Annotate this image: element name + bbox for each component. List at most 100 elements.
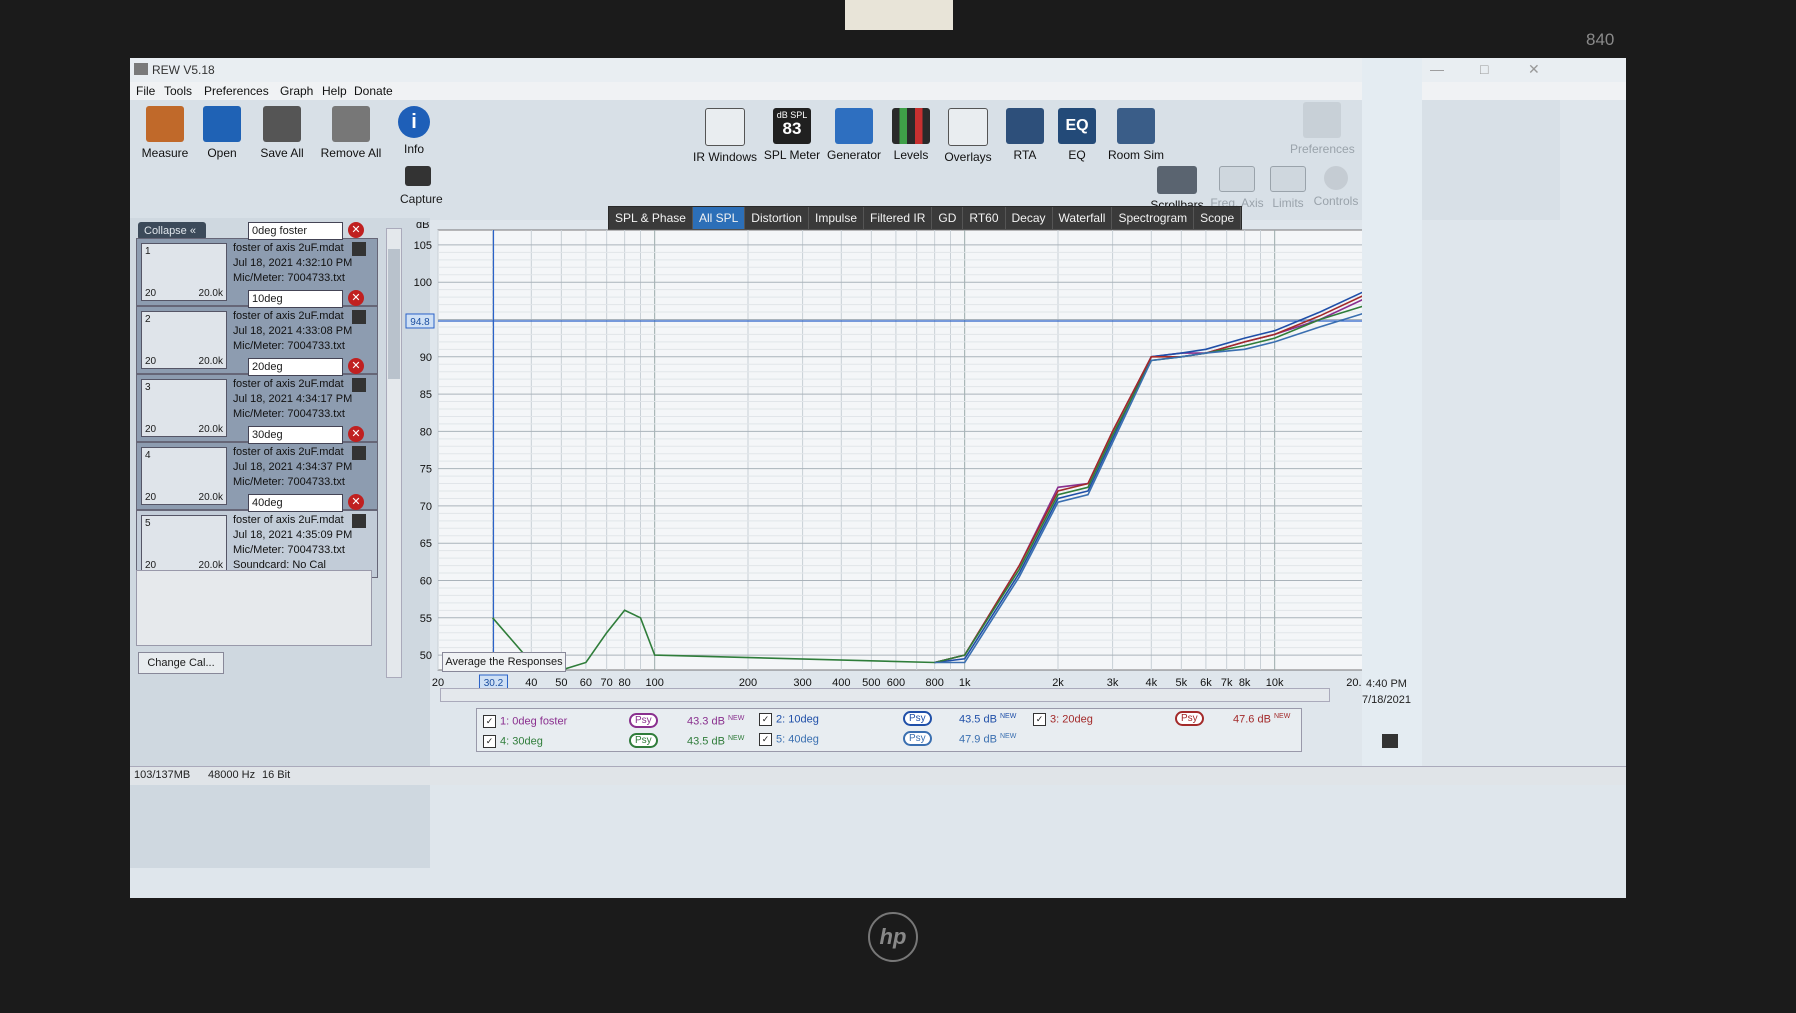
legend-item-2[interactable]: ✓ 2: 10deg [759, 713, 819, 726]
menu-file[interactable]: File [136, 84, 155, 98]
limits-button[interactable]: Limits [1266, 166, 1310, 210]
psy-button[interactable]: Psy [903, 731, 932, 746]
open-button[interactable]: Open [198, 106, 246, 160]
measurement-file: foster of axis 2uF.mdat [233, 446, 344, 458]
generator-icon [835, 108, 873, 144]
hp-logo: hp [868, 912, 918, 962]
psy-button[interactable]: Psy [903, 711, 932, 726]
maximize-button[interactable]: □ [1480, 61, 1488, 77]
room-sim-icon [1117, 108, 1155, 144]
info-button[interactable]: i Info [392, 106, 436, 156]
app-icon [134, 63, 148, 75]
legend-item-1[interactable]: ✓ 1: 0deg foster [483, 715, 567, 728]
room-sim-button[interactable]: Room Sim [1104, 108, 1168, 162]
legend-item-4[interactable]: ✓ 4: 30deg [483, 735, 543, 748]
notes-icon[interactable] [352, 242, 366, 256]
save-icon [263, 106, 301, 142]
y-tick-label: 90 [420, 352, 432, 364]
delete-measurement-icon[interactable]: ✕ [348, 358, 364, 374]
measurement-thumbnail: 2 20 20.0k [141, 311, 227, 369]
spl-meter-icon: dB SPL 83 [773, 108, 811, 144]
notes-icon[interactable] [352, 310, 366, 324]
notes-icon[interactable] [352, 378, 366, 392]
status-memory: 103/137MB [134, 769, 191, 781]
remove-all-button[interactable]: Remove All [316, 106, 386, 160]
spl-graph[interactable]: 20 40 50 60 70 80 100 200 300 400 500 600 800 1k 2k 3k 4… [398, 222, 1378, 722]
checkbox-icon[interactable]: ✓ [1033, 713, 1046, 726]
legend-value: 47.9 dB NEW [959, 733, 1017, 746]
overlays-button[interactable]: Overlays [938, 108, 998, 164]
notes-icon[interactable] [352, 514, 366, 528]
delete-measurement-icon[interactable]: ✕ [348, 426, 364, 442]
remove-icon [332, 106, 370, 142]
ir-windows-button[interactable]: IR Windows [690, 108, 760, 164]
horizontal-scrollbar[interactable] [440, 688, 1330, 702]
clock-time[interactable]: 4:40 PM [1366, 678, 1407, 690]
menu-tools[interactable]: Tools [164, 84, 192, 98]
y-tick-label: 65 [420, 538, 432, 550]
y-tick-label: 55 [420, 613, 432, 625]
freq-axis-button[interactable]: Freq. Axis [1208, 166, 1266, 210]
menu-donate[interactable]: Donate [354, 84, 393, 98]
average-responses-button[interactable]: Average the Responses [442, 652, 566, 672]
psy-button[interactable]: Psy [1175, 711, 1204, 726]
checkbox-icon[interactable]: ✓ [483, 735, 496, 748]
rta-button[interactable]: RTA [1000, 108, 1050, 162]
measurement-date: Jul 18, 2021 4:35:09 PM [233, 529, 353, 541]
measure-icon [146, 106, 184, 142]
measurement-date: Jul 18, 2021 4:33:08 PM [233, 325, 353, 337]
measurement-item[interactable]: 5 20 20.0k foster of axis 2uF.mdat Jul 1… [136, 510, 378, 578]
chevron-left-icon: « [189, 225, 196, 237]
scrollbars-icon [1157, 166, 1197, 194]
psy-button[interactable]: Psy [629, 713, 658, 728]
legend-value: 47.6 dB NEW [1233, 713, 1291, 726]
delete-measurement-icon[interactable]: ✕ [348, 222, 364, 238]
spl-meter-button[interactable]: dB SPL 83 SPL Meter [762, 108, 822, 162]
psy-button[interactable]: Psy [629, 733, 658, 748]
rta-icon [1006, 108, 1044, 144]
levels-icon [892, 108, 930, 144]
clock-date[interactable]: 7/18/2021 [1362, 694, 1411, 706]
menu-graph[interactable]: Graph [280, 84, 313, 98]
menu-help[interactable]: Help [322, 84, 347, 98]
generator-button[interactable]: Generator [824, 108, 884, 162]
measurement-file: foster of axis 2uF.mdat [233, 242, 344, 254]
measurement-name-input[interactable]: 30deg [248, 426, 343, 444]
measurement-name-input[interactable]: 10deg [248, 290, 343, 308]
eq-button[interactable]: EQ EQ [1054, 108, 1100, 162]
y-tick-label: 50 [420, 650, 432, 662]
checkbox-icon[interactable]: ✓ [759, 733, 772, 746]
change-cal-button[interactable]: Change Cal... [138, 652, 224, 674]
measure-button[interactable]: Measure [138, 106, 192, 160]
graph-legend: ✓ 1: 0deg foster Psy 43.3 dB NEW ✓ 2: 10de… [476, 708, 1302, 752]
measurement-date: Jul 18, 2021 4:32:10 PM [233, 257, 353, 269]
preferences-button[interactable]: Preferences [1290, 102, 1355, 156]
legend-item-5[interactable]: ✓ 5: 40deg [759, 733, 819, 746]
measurement-name-input[interactable]: 40deg [248, 494, 343, 512]
minimize-button[interactable]: — [1430, 61, 1444, 77]
measurement-mic: Mic/Meter: 7004733.txt [233, 476, 345, 488]
measurement-file: foster of axis 2uF.mdat [233, 378, 344, 390]
y-tick-label: 85 [420, 389, 432, 401]
close-button[interactable]: ✕ [1528, 61, 1540, 78]
folder-icon [203, 106, 241, 142]
notification-icon[interactable] [1382, 734, 1398, 748]
legend-item-3[interactable]: ✓ 3: 20deg [1033, 713, 1093, 726]
checkbox-icon[interactable]: ✓ [759, 713, 772, 726]
measurement-name-input[interactable]: 20deg [248, 358, 343, 376]
cursor-y-readout: 94.8 [410, 317, 430, 328]
checkbox-icon[interactable]: ✓ [483, 715, 496, 728]
measurement-name-input[interactable]: 0deg foster [248, 222, 343, 240]
y-tick-label: 80 [420, 426, 432, 438]
camera-icon [405, 166, 431, 186]
delete-measurement-icon[interactable]: ✕ [348, 494, 364, 510]
y-tick-label: 100 [414, 277, 432, 289]
delete-measurement-icon[interactable]: ✕ [348, 290, 364, 306]
save-all-button[interactable]: Save All [254, 106, 310, 160]
notes-icon[interactable] [352, 446, 366, 460]
menu-preferences[interactable]: Preferences [204, 84, 269, 98]
controls-button[interactable]: Controls [1312, 166, 1360, 208]
capture-button[interactable]: Capture [400, 166, 443, 206]
levels-button[interactable]: Levels [886, 108, 936, 162]
window-title: REW V5.18 [152, 63, 215, 77]
